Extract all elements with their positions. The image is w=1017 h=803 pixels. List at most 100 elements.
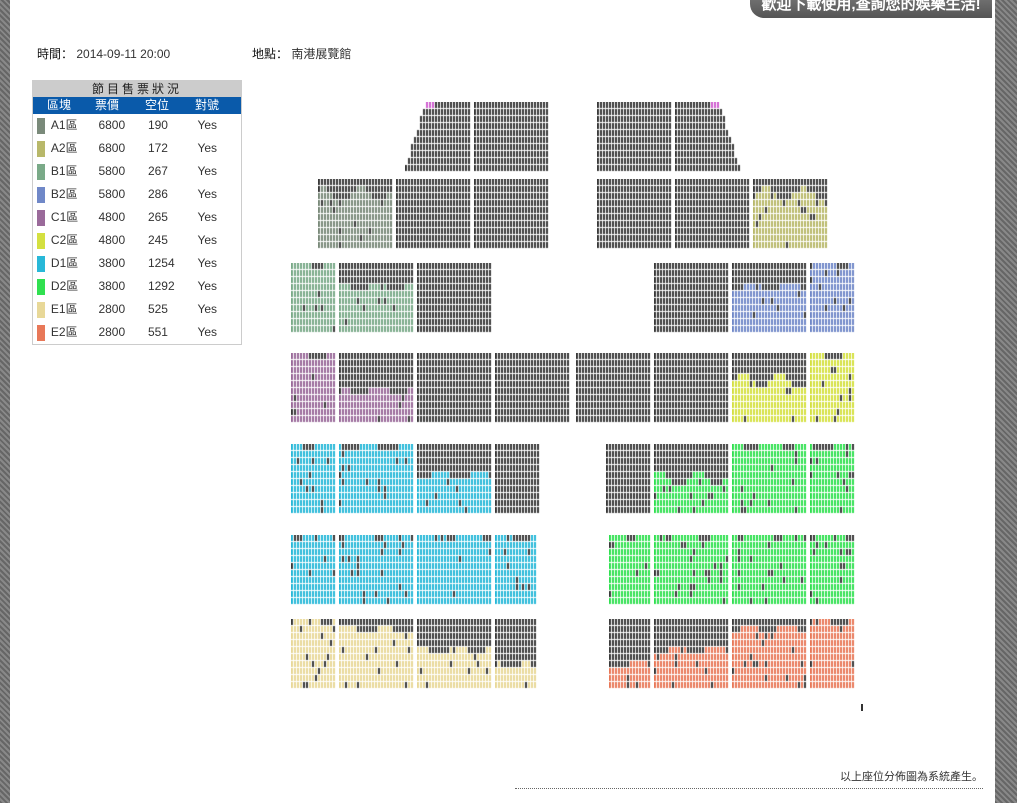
seat-block[interactable] xyxy=(732,619,807,689)
zone-name: B2區 xyxy=(50,187,78,201)
zone-numbered: Yes xyxy=(197,164,218,178)
seat-block[interactable] xyxy=(339,263,414,333)
table-row: E2區 2800 551 Yes xyxy=(33,321,241,344)
seat-block[interactable] xyxy=(495,535,537,605)
seat-block[interactable] xyxy=(732,444,807,514)
seat-block[interactable] xyxy=(810,619,855,689)
time-label: 時間： xyxy=(37,47,74,61)
zone-empty: 267 xyxy=(147,164,168,178)
seat-block[interactable] xyxy=(654,619,729,689)
zone-price: 3800 xyxy=(98,256,126,270)
zone-price: 5800 xyxy=(98,187,126,201)
event-place: 地點： 南港展覽館 xyxy=(252,45,351,62)
zone-price: 6800 xyxy=(98,118,126,132)
table-row: D1區 3800 1254 Yes xyxy=(33,252,241,275)
zone-price: 2800 xyxy=(98,325,126,339)
seat-block[interactable] xyxy=(417,353,492,423)
seat-block[interactable] xyxy=(810,353,855,423)
seat-block[interactable] xyxy=(417,619,492,689)
seat-block[interactable] xyxy=(810,535,855,605)
seat-block[interactable] xyxy=(396,179,471,249)
time-value: 2014-09-11 20:00 xyxy=(76,47,171,61)
seat-block[interactable] xyxy=(753,179,828,249)
seat-block[interactable] xyxy=(417,535,492,605)
zone-price: 4800 xyxy=(98,233,126,247)
header-empty: 空位 xyxy=(145,98,170,112)
seat-block[interactable] xyxy=(339,444,414,514)
right-border xyxy=(995,0,1017,803)
seat-block[interactable] xyxy=(291,444,336,514)
zone-empty: 245 xyxy=(147,233,168,247)
seat-block[interactable] xyxy=(339,353,414,423)
zone-numbered: Yes xyxy=(197,325,218,339)
left-border xyxy=(0,0,10,803)
seat-block[interactable] xyxy=(495,444,540,514)
seat-block[interactable] xyxy=(417,444,492,514)
seat-block[interactable] xyxy=(291,263,336,333)
zone-name: E1區 xyxy=(50,302,78,316)
footnote: 以上座位分佈圖為系統產生。 xyxy=(515,768,983,789)
table-row: A1區 6800 190 Yes xyxy=(33,114,241,137)
seat-block[interactable] xyxy=(474,102,549,172)
table-row: C1區 4800 265 Yes xyxy=(33,206,241,229)
seat-block[interactable] xyxy=(339,535,414,605)
zone-color-swatch xyxy=(37,140,45,157)
table-caption: 節目售票狀況 xyxy=(33,81,241,97)
zone-price: 2800 xyxy=(98,302,126,316)
zone-empty: 172 xyxy=(147,141,168,155)
zone-empty: 525 xyxy=(147,302,168,316)
zone-price: 3800 xyxy=(98,279,126,293)
seat-block[interactable] xyxy=(810,444,855,514)
zone-empty: 265 xyxy=(147,210,168,224)
seat-block[interactable] xyxy=(291,619,336,689)
zone-name: B1區 xyxy=(50,164,78,178)
seat-block[interactable] xyxy=(291,353,336,423)
zone-price: 6800 xyxy=(98,141,126,155)
zone-numbered: Yes xyxy=(197,302,218,316)
zone-name: A1區 xyxy=(50,118,78,132)
seat-block[interactable] xyxy=(675,102,741,172)
zone-color-swatch xyxy=(37,324,45,341)
seat-block[interactable] xyxy=(291,535,336,605)
seat-block[interactable] xyxy=(339,619,414,689)
zone-name: D2區 xyxy=(50,279,79,293)
seat-block[interactable] xyxy=(606,444,651,514)
zone-color-swatch xyxy=(37,255,45,272)
seat-block[interactable] xyxy=(597,179,672,249)
seat-block[interactable] xyxy=(609,535,651,605)
seat-block[interactable] xyxy=(495,619,537,689)
seat-block[interactable] xyxy=(495,353,570,423)
zone-color-swatch xyxy=(37,232,45,249)
seat-block[interactable] xyxy=(654,263,729,333)
seat-block[interactable] xyxy=(609,619,651,689)
place-value: 南港展覽館 xyxy=(291,47,352,61)
zone-name: E2區 xyxy=(50,325,78,339)
seat-block[interactable] xyxy=(405,102,471,172)
welcome-banner: 歡迎下載使用,查詢您的娛樂生活! xyxy=(750,0,992,18)
zone-empty: 1292 xyxy=(147,279,175,293)
ticket-status-table: 節目售票狀況 區塊 票價 空位 對號 A1區 6800 190 Yes A2區 … xyxy=(32,80,242,345)
seat-block[interactable] xyxy=(732,353,807,423)
seat-block[interactable] xyxy=(732,535,807,605)
seat-block[interactable] xyxy=(654,444,729,514)
seat-block[interactable] xyxy=(597,102,672,172)
table-header: 區塊 票價 空位 對號 xyxy=(33,97,241,114)
table-row: B2區 5800 286 Yes xyxy=(33,183,241,206)
zone-numbered: Yes xyxy=(197,187,218,201)
seat-block[interactable] xyxy=(732,263,807,333)
map-marker xyxy=(861,704,863,711)
seat-block[interactable] xyxy=(318,179,393,249)
zone-name: A2區 xyxy=(50,141,78,155)
seat-block[interactable] xyxy=(576,353,651,423)
seat-block[interactable] xyxy=(474,179,549,249)
seat-block[interactable] xyxy=(654,535,729,605)
table-row: B1區 5800 267 Yes xyxy=(33,160,241,183)
header-zone: 區塊 xyxy=(47,98,72,112)
seat-block[interactable] xyxy=(654,353,729,423)
seat-block[interactable] xyxy=(810,263,855,333)
seat-block[interactable] xyxy=(417,263,492,333)
seat-block[interactable] xyxy=(675,179,750,249)
zone-color-swatch xyxy=(37,117,45,134)
zone-empty: 286 xyxy=(147,187,168,201)
zone-numbered: Yes xyxy=(197,141,218,155)
